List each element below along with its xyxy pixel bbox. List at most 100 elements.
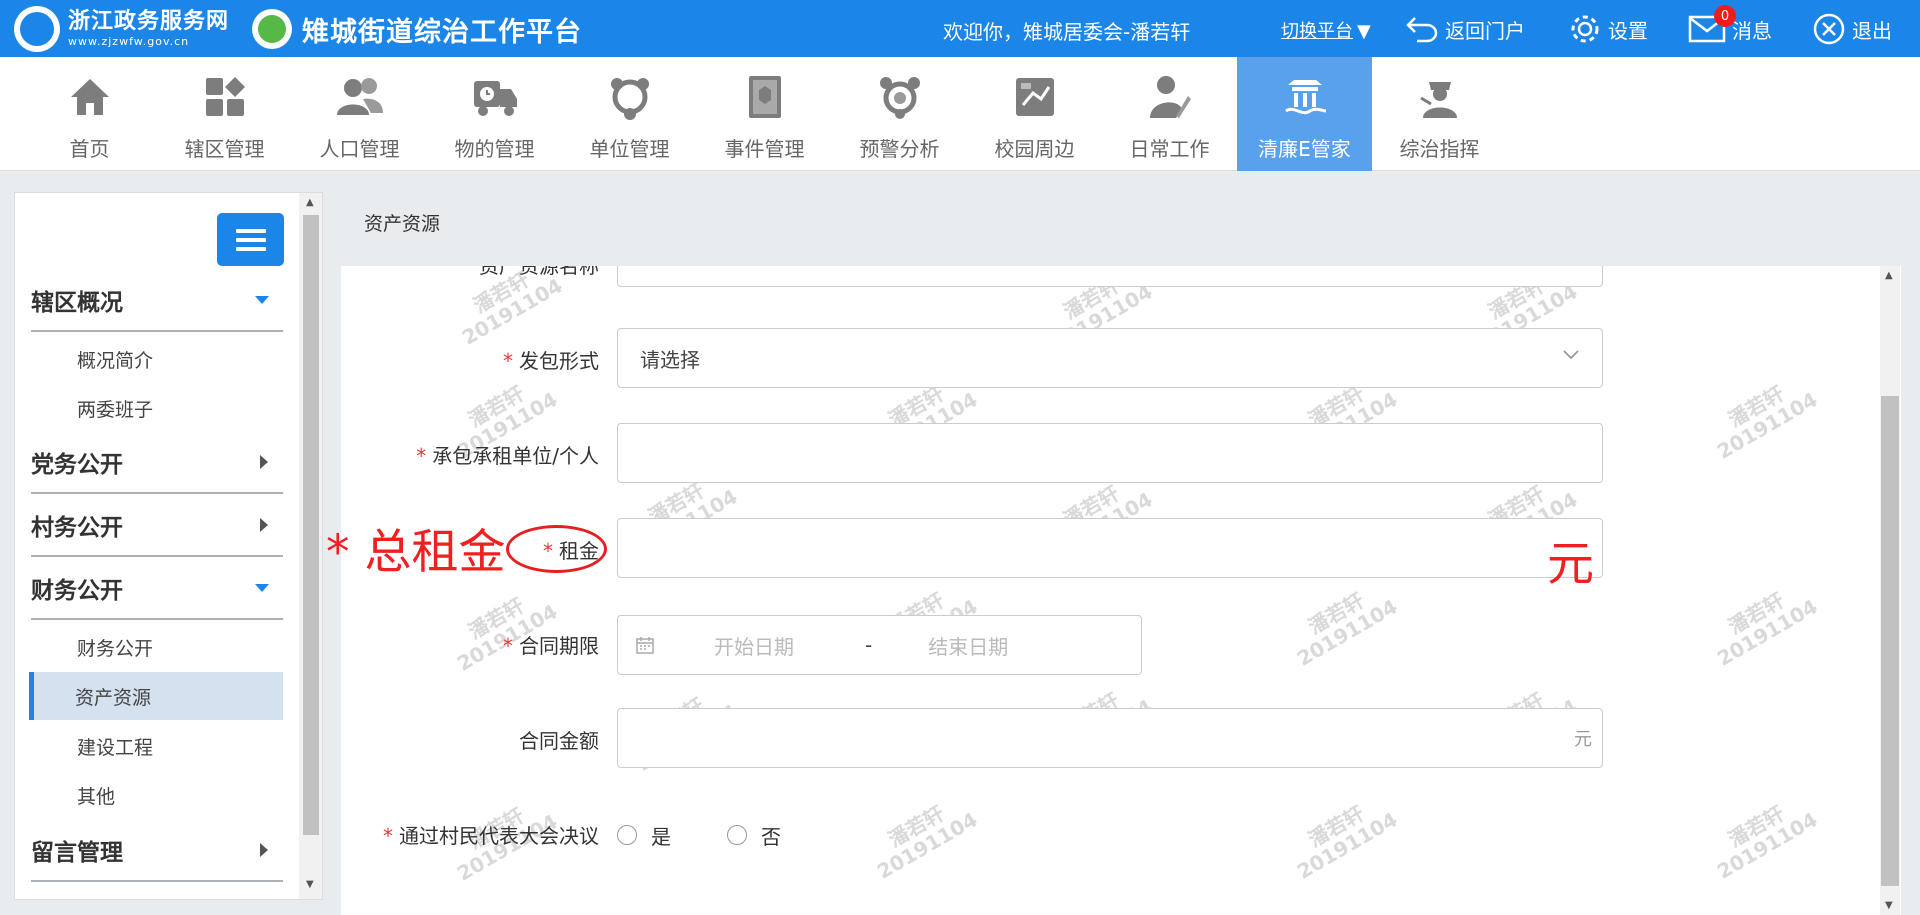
nav-campus[interactable]: 校园周边 (967, 57, 1102, 171)
nav-units[interactable]: 单位管理 (562, 57, 697, 171)
sidebar-group-finance[interactable]: 财务公开 (31, 558, 283, 620)
scrollbar-thumb[interactable] (1881, 396, 1899, 886)
contract-amount-input[interactable]: 元 (617, 708, 1603, 768)
watermark: 潘若轩20191104 (1292, 801, 1402, 884)
caret-right-icon (260, 518, 268, 532)
back-portal-label: 返回门户 (1445, 18, 1525, 43)
breadcrumb: 资产资源 (364, 213, 441, 235)
contract-type-select[interactable]: 请选择 (617, 328, 1603, 388)
platform-mark-icon (252, 9, 292, 49)
nav-daily[interactable]: 日常工作 (1102, 57, 1237, 171)
scroll-up-icon[interactable]: ▲ (1885, 270, 1893, 281)
watermark: 潘若轩20191104 (452, 593, 562, 676)
chevron-down-icon (1563, 350, 1579, 360)
switch-platform-link[interactable]: 切换平台 ▼ (1281, 17, 1371, 43)
annotation-total-rent: * 总租金 (326, 525, 506, 580)
watermark: 潘若轩20191104 (1292, 588, 1402, 671)
nav-integrity-butler[interactable]: 清廉E管家 (1237, 57, 1372, 171)
logout-label: 退出 (1852, 18, 1892, 43)
radio-circle-icon (727, 825, 747, 845)
logo-url: www.zjzwfw.gov.cn (68, 35, 190, 48)
settings-button[interactable]: 设置 (1568, 11, 1648, 47)
nav-warning[interactable]: 预警分析 (832, 57, 967, 171)
sidebar-group-district-overview[interactable]: 辖区概况 (31, 270, 283, 332)
people-icon (335, 72, 385, 122)
building-icon (1280, 72, 1330, 122)
nav-home[interactable]: 首页 (22, 57, 157, 171)
nav-events[interactable]: 事件管理 (697, 57, 832, 171)
contractor-label: * 承包承租单位/个人 (416, 444, 599, 468)
scroll-up-icon[interactable]: ▲ (306, 197, 314, 208)
book-icon (740, 72, 790, 122)
close-circle-icon (1813, 13, 1845, 45)
nav-label: 综治指挥 (1399, 137, 1480, 161)
network-icon (605, 72, 655, 122)
logout-button[interactable]: 退出 (1812, 11, 1892, 47)
logo-title: 浙江政务服务网 (68, 9, 230, 34)
nav-command[interactable]: 综治指挥 (1372, 57, 1507, 171)
message-count-badge: 0 (1714, 5, 1736, 27)
nav-label: 物的管理 (454, 137, 535, 161)
sidebar-item-overview-intro[interactable]: 概况简介 (31, 335, 283, 383)
top-header: 浙江政务服务网 www.zjzwfw.gov.cn 雉城街道综治工作平台 欢迎你… (0, 0, 1920, 57)
back-portal-button[interactable]: 返回门户 (1405, 11, 1525, 47)
zjzwfw-emblem-icon (14, 6, 60, 52)
asset-name-label: 资产资源名称 (479, 266, 599, 278)
platform-title: 雉城街道综治工作平台 (302, 16, 582, 48)
watermark: 潘若轩20191104 (1712, 588, 1822, 671)
sidebar: 辖区概况 概况简介 两委班子 党务公开 村务公开 财务公开 财务公开 资产资源 … (14, 192, 323, 900)
contract-type-placeholder: 请选择 (640, 347, 700, 372)
asset-name-input[interactable] (617, 266, 1603, 287)
sidebar-item-construction[interactable]: 建设工程 (31, 722, 283, 770)
nav-label: 人口管理 (319, 137, 400, 161)
scrollbar-thumb[interactable] (303, 215, 319, 835)
contract-period-label: * 合同期限 (503, 634, 599, 658)
nav-things[interactable]: 物的管理 (427, 57, 562, 171)
sidebar-group-village-affairs[interactable]: 村务公开 (31, 495, 283, 557)
calendar-icon (636, 637, 654, 654)
contractor-input[interactable] (617, 423, 1603, 483)
main-scrollbar[interactable]: ▲ ▼ (1880, 266, 1900, 915)
return-icon (1406, 17, 1438, 43)
annotation-yuan: 元 (1547, 537, 1594, 592)
menu-toggle-button[interactable] (217, 213, 284, 266)
rent-input[interactable] (617, 518, 1603, 578)
start-date-input[interactable]: 开始日期 (714, 631, 859, 660)
truck-icon (470, 72, 520, 122)
campus-icon (1010, 72, 1060, 122)
scroll-down-icon[interactable]: ▼ (1885, 900, 1893, 911)
nav-district[interactable]: 辖区管理 (157, 57, 292, 171)
welcome-text: 欢迎你，雉城居委会-潘若轩 (943, 20, 1191, 44)
switch-platform-label: 切换平台 (1281, 21, 1353, 42)
triangle-down-icon: ▼ (1357, 21, 1371, 42)
radio-no-label: 否 (761, 824, 781, 849)
sidebar-group-party-affairs[interactable]: 党务公开 (31, 432, 283, 494)
sidebar-group-label: 财务公开 (31, 578, 123, 604)
nav-label: 单位管理 (589, 137, 670, 161)
nav-population[interactable]: 人口管理 (292, 57, 427, 171)
date-separator: - (865, 633, 873, 657)
commander-icon (1415, 72, 1465, 122)
sidebar-item-finance-public[interactable]: 财务公开 (31, 623, 283, 671)
settings-label: 设置 (1608, 18, 1648, 43)
scroll-down-icon[interactable]: ▼ (306, 879, 314, 890)
resolution-radio-group: 是 否 (617, 820, 837, 850)
yuan-unit: 元 (1574, 729, 1592, 750)
worker-icon (1145, 72, 1195, 122)
contract-period-range[interactable]: 开始日期 - 结束日期 (617, 615, 1142, 675)
gear-icon (1571, 15, 1599, 43)
radio-no[interactable]: 否 (727, 821, 781, 850)
grid-icon (200, 72, 250, 122)
zjzwfw-logo[interactable]: 浙江政务服务网 www.zjzwfw.gov.cn (14, 6, 229, 52)
nav-label: 预警分析 (859, 137, 940, 161)
sidebar-group-messages[interactable]: 留言管理 (31, 820, 283, 882)
caret-down-icon (255, 296, 269, 304)
sidebar-item-committees[interactable]: 两委班子 (31, 384, 283, 432)
main-nav: 首页 辖区管理 人口管理 物的管理 单位管理 事件管理 预警分析 校园周边 日常… (0, 57, 1920, 171)
sidebar-scrollbar[interactable]: ▲ ▼ (299, 193, 322, 899)
radio-yes[interactable]: 是 (617, 821, 671, 850)
sidebar-item-other[interactable]: 其他 (31, 771, 283, 819)
end-date-input[interactable]: 结束日期 (928, 631, 1008, 660)
sidebar-item-assets[interactable]: 资产资源 (29, 672, 283, 720)
nav-label: 日常工作 (1129, 137, 1210, 161)
